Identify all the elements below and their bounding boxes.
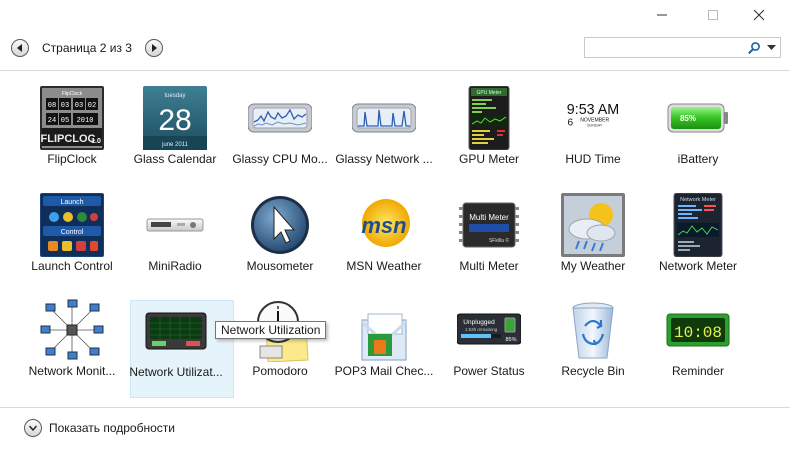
gadget-tile[interactable]: Multi Meter SFkilla © Multi Meter [437,185,541,283]
gadget-label: Recycle Bin [561,364,625,378]
reminder-icon: 10:08 [666,298,730,362]
gadget-label: POP3 Mail Chec... [334,364,434,378]
svg-text:05: 05 [61,117,69,125]
gadget-tile[interactable]: msn MSN Weather [332,185,436,283]
gadget-tile[interactable]: POP3 Mail Chec... [332,290,436,388]
gadget-tile[interactable]: Network Monit... [20,290,124,388]
gadget-tile[interactable]: Glassy Network ... [332,78,436,176]
gadget-label: MiniRadio [148,259,202,273]
svg-text:tuesday: tuesday [164,93,185,99]
gadget-tile[interactable]: My Weather [541,185,645,283]
gadget-label: Glassy CPU Mo... [232,152,328,166]
glassy-cpu-monitor-icon [248,86,312,150]
gadget-label: Pomodoro [252,364,308,378]
launch-control-icon: Launch Control [40,193,104,257]
gadget-tile[interactable]: Network Meter Network Meter [646,185,750,283]
gadget-tile[interactable]: tuesday 28 june 2011 Glass Calendar [123,78,227,176]
msn-weather-icon: msn [352,193,416,257]
gadget-tile[interactable]: Unplugged 1:53h remaining 85% Power Stat… [437,290,541,388]
chevron-down-icon [29,425,37,432]
pop3-mail-checker-icon [352,298,416,362]
mousometer-icon [248,193,312,257]
show-details-label: Показать подробности [49,421,175,435]
svg-text:28: 28 [158,104,191,137]
show-details-button[interactable]: Показать подробности [24,418,175,438]
flipclock-icon: FlipClock 08 03 03 02 24 05 2010 FLIPCLOC 1… [40,86,104,150]
svg-text:2010: 2010 [77,117,94,125]
svg-text:Multi Meter: Multi Meter [469,213,509,222]
gadget-tile[interactable]: 85% iBattery [646,78,750,176]
multi-meter-icon: Multi Meter SFkilla © [457,193,521,257]
svg-text:FlipClock: FlipClock [62,91,83,97]
expand-button[interactable] [24,419,42,437]
svg-text:Unplugged: Unplugged [463,319,495,326]
separator-bottom [0,407,790,408]
svg-text:1:53h remaining: 1:53h remaining [465,327,498,332]
gadget-tile[interactable]: MiniRadio [123,185,227,283]
gadget-tile[interactable]: Glassy CPU Mo... [228,78,332,176]
svg-text:03: 03 [61,102,69,110]
gadget-label: Reminder [671,364,725,378]
gadget-label: Multi Meter [459,259,519,273]
tooltip: Network Utilization [215,321,327,339]
gpu-meter-icon: GPU Meter [457,86,521,150]
gadget-label: HUD Time [565,152,621,166]
gadget-label: My Weather [560,259,626,273]
svg-text:02: 02 [88,102,96,110]
svg-text:9:53 AM: 9:53 AM [567,102,619,118]
gadget-label: Network Meter [658,259,738,273]
svg-text:85%: 85% [680,114,696,123]
network-monitor-icon [40,298,104,362]
svg-text:1.0: 1.0 [91,138,101,145]
gadget-label: MSN Weather [346,259,422,273]
svg-text:msn: msn [361,213,406,238]
svg-text:03: 03 [75,102,83,110]
gadget-label: Mousometer [246,259,314,273]
svg-text:10:08: 10:08 [674,324,722,342]
glass-calendar-icon: tuesday 28 june 2011 [143,86,207,150]
svg-text:NOVEMBER: NOVEMBER [580,117,609,123]
gadget-gallery: FlipClock 08 03 03 02 24 05 2010 FLIPCLOC 1… [0,0,790,407]
gadget-tile[interactable]: Launch Control Launch Control [20,185,124,283]
gadget-label: Network Utilizat... [129,365,223,379]
network-meter-icon: Network Meter [666,193,730,257]
svg-text:Network Meter: Network Meter [680,197,716,203]
svg-text:FLIPCLOC: FLIPCLOC [41,133,96,145]
radio-icon [143,193,207,257]
svg-text:SFkilla ©: SFkilla © [489,237,509,244]
gadget-label: Glass Calendar [133,152,217,166]
recycle-bin-icon [561,298,625,362]
gadget-tile[interactable]: GPU Meter GPU Meter [437,78,541,176]
svg-text:6: 6 [567,118,573,129]
battery-icon: 85% [666,86,730,150]
network-utilization-icon [144,299,208,363]
svg-text:june 2011: june 2011 [161,142,189,148]
gadget-label: iBattery [677,152,719,166]
gadget-tile[interactable]: Mousometer [228,185,332,283]
hud-time-icon: 9:53 AM 6 NOVEMBER SUNDAY [561,86,625,150]
gadget-label: Launch Control [31,259,113,273]
gadget-label: Network Monit... [28,364,116,378]
gadget-tile[interactable]: Recycle Bin [541,290,645,388]
gadget-tile[interactable]: 10:08 Reminder [646,290,750,388]
gadget-tile[interactable]: Network Utilizat... [129,299,234,398]
svg-text:Launch: Launch [61,199,84,206]
svg-text:Control: Control [61,229,84,236]
gadget-tile[interactable]: 9:53 AM 6 NOVEMBER SUNDAY HUD Time [541,78,645,176]
power-status-icon: Unplugged 1:53h remaining 85% [457,298,521,362]
glassy-network-monitor-icon [352,86,416,150]
gadget-tile[interactable]: Pomodoro [228,290,332,388]
svg-text:85%: 85% [505,337,516,343]
gadget-label: Power Status [453,364,525,378]
gadget-label: FlipClock [47,152,97,166]
svg-text:08: 08 [48,102,56,110]
svg-text:24: 24 [48,117,56,125]
gadget-tile[interactable]: FlipClock 08 03 03 02 24 05 2010 FLIPCLOC 1… [20,78,124,176]
gadget-label: GPU Meter [458,152,519,166]
svg-text:SUNDAY: SUNDAY [587,123,603,127]
svg-text:GPU Meter: GPU Meter [476,90,501,96]
my-weather-icon [561,193,625,257]
gadget-label: Glassy Network ... [335,152,433,166]
